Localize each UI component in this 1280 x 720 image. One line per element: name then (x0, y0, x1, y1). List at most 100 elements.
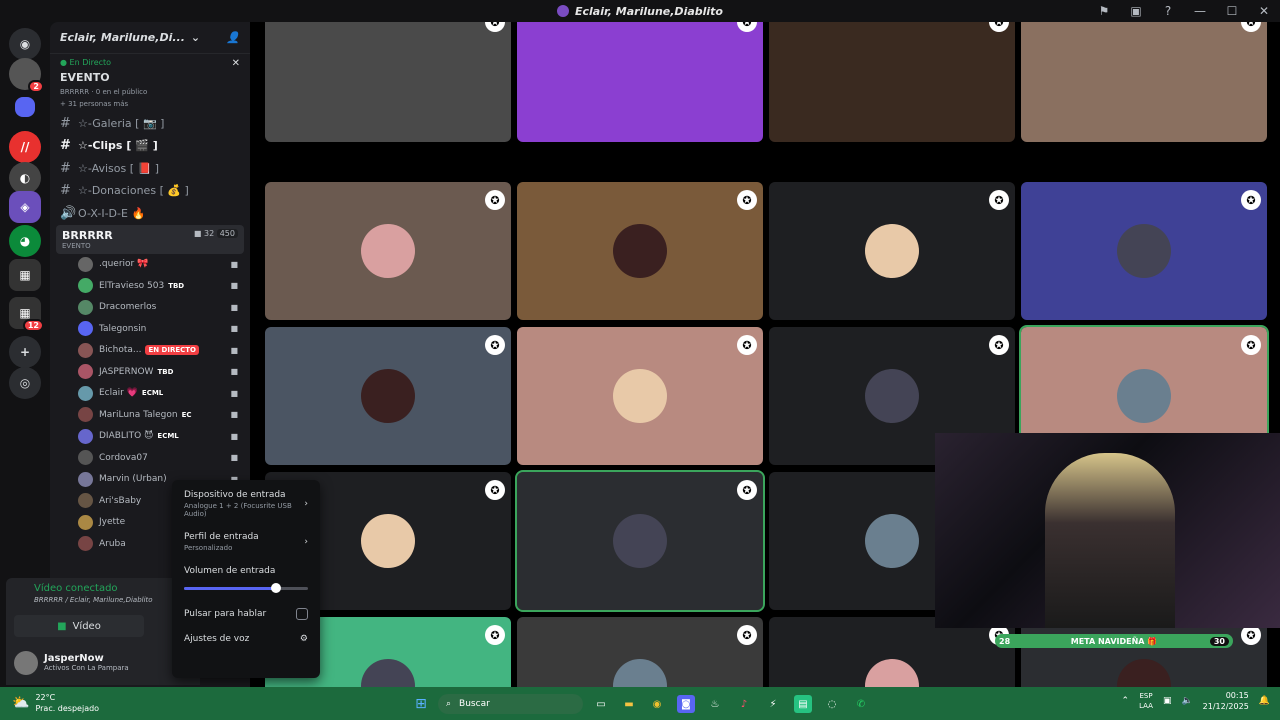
task-view-icon[interactable]: ▭ (592, 695, 610, 713)
server-avatar-1[interactable]: 2 (9, 58, 44, 93)
input-device-item[interactable]: Dispositivo de entrada Analogue 1 + 2 (Fo… (184, 490, 308, 518)
discord-icon[interactable]: ◙ (677, 695, 695, 713)
voice-user[interactable]: Talegonsin ■ (50, 318, 250, 340)
volume-icon[interactable]: 🔈 (1181, 696, 1192, 706)
help-icon[interactable]: ? (1152, 4, 1184, 18)
server-avatar-2[interactable]: // (9, 131, 41, 163)
voice-settings-item[interactable]: Ajustes de voz ⚙ (184, 634, 308, 644)
file-explorer-icon[interactable]: ▬ (620, 695, 638, 713)
explore-icon[interactable]: ◎ (9, 367, 41, 399)
inbox-icon[interactable]: ⚑ (1088, 4, 1120, 18)
tile-badge-icon[interactable]: ✪ (1241, 625, 1261, 645)
voice-user[interactable]: ElTravieso 503 TBD ■ (50, 275, 250, 297)
voice-user[interactable]: DIABLITO 😈 ECML ■ (50, 426, 250, 448)
tile-badge-icon[interactable]: ✪ (485, 480, 505, 500)
tile-badge-icon[interactable]: ✪ (737, 625, 757, 645)
chrome-icon[interactable]: ◉ (648, 695, 666, 713)
video-tile[interactable]: ✪ (515, 470, 765, 612)
tile-badge-icon[interactable]: ✪ (989, 335, 1009, 355)
voice-channel-brrrrr[interactable]: BRRRRR ■ 32 450 EVENTO (56, 224, 244, 254)
server-name: Eclair, Marilune,Di... (60, 31, 185, 44)
minimize-button[interactable]: — (1184, 4, 1216, 18)
video-tile[interactable]: ✪ (517, 182, 763, 320)
input-profile-item[interactable]: Perfil de entrada Personalizado › (184, 532, 308, 552)
channel-clips[interactable]: # ☆-Clips [ 🎬 ] (50, 135, 250, 158)
input-volume-slider[interactable] (184, 582, 308, 594)
video-tile[interactable]: ✪ (769, 22, 1015, 142)
app-icon-2[interactable]: ▤ (794, 695, 812, 713)
weather-widget[interactable]: ⛅ 22°C Prac. despejado (12, 692, 99, 714)
tile-badge-icon[interactable]: ✪ (1241, 22, 1261, 32)
tile-badge-icon[interactable]: ✪ (485, 22, 505, 32)
folder-icon[interactable] (15, 97, 35, 117)
discord-home-icon[interactable]: ◉ (9, 28, 41, 60)
notification-icon[interactable]: 🔔 (1259, 696, 1270, 706)
push-to-talk-checkbox[interactable] (296, 608, 308, 620)
tile-badge-icon[interactable]: ✪ (737, 335, 757, 355)
event-participants: + 31 personas más (60, 100, 129, 108)
add-member-icon[interactable]: 👤 (226, 31, 240, 44)
event-banner[interactable]: ● En Directo ✕ EVENTO BRRRRR · 0 en el pú… (50, 54, 250, 112)
video-tile[interactable]: ✪ (517, 617, 763, 687)
start-button[interactable]: ⊞ (412, 695, 430, 713)
video-tile[interactable]: ✪ (1021, 182, 1267, 320)
tile-badge-icon[interactable]: ✪ (485, 190, 505, 210)
push-to-talk-item[interactable]: Pulsar para hablar (184, 608, 308, 620)
server-avatar-4[interactable]: ◕ (9, 225, 41, 257)
tile-badge-icon[interactable]: ✪ (485, 625, 505, 645)
stream-overlay[interactable] (935, 433, 1280, 628)
channel-galeria[interactable]: # ☆-Galeria [ 📷 ] (50, 112, 250, 135)
obs-icon[interactable]: ◌ (823, 695, 841, 713)
server-folder-2[interactable]: ▦ 12 (9, 297, 44, 332)
server-avatar-3[interactable]: ◐ (9, 162, 41, 194)
avatar[interactable] (14, 650, 38, 675)
close-icon[interactable]: ✕ (232, 58, 240, 69)
video-tile[interactable]: ✪ (1021, 22, 1267, 142)
server-header[interactable]: Eclair, Marilune,Di... ⌄ 👤 (50, 22, 250, 54)
tile-badge-icon[interactable]: ✪ (1241, 335, 1261, 355)
gear-icon[interactable]: ⚙ (300, 634, 308, 644)
video-tile[interactable]: ✪ (517, 327, 763, 465)
add-server-icon[interactable]: + (9, 336, 41, 368)
channel-donaciones[interactable]: # ☆-Donaciones [ 💰 ] (50, 180, 250, 203)
whatsapp-icon[interactable]: ✆ (852, 695, 870, 713)
tile-badge-icon[interactable]: ✪ (485, 335, 505, 355)
chevron-up-icon[interactable]: ⌃ (1122, 696, 1130, 706)
close-button[interactable]: ✕ (1248, 4, 1280, 18)
search-box[interactable]: ⌕ Buscar (438, 694, 583, 714)
tile-badge-icon[interactable]: ✪ (737, 480, 757, 500)
voice-status[interactable]: Vídeo conectado (14, 583, 192, 594)
tile-badge-icon[interactable]: ✪ (737, 22, 757, 32)
steam-icon[interactable]: ♨ (706, 695, 724, 713)
tile-badge-icon[interactable]: ✪ (737, 190, 757, 210)
maximize-button[interactable]: ☐ (1216, 4, 1248, 18)
server-folder[interactable]: ▦ (9, 259, 41, 291)
voice-user[interactable]: Dracomerlos ■ (50, 297, 250, 319)
clock[interactable]: 00:15 21/12/2025 (1203, 690, 1249, 712)
app-icon[interactable]: ⚡ (764, 695, 782, 713)
network-icon[interactable]: ▣ (1163, 696, 1172, 706)
tile-badge-icon[interactable]: ✪ (989, 22, 1009, 32)
voice-user[interactable]: .querior 🎀 ■ (50, 254, 250, 276)
video-tile[interactable]: ✪ (265, 22, 511, 142)
language-indicator[interactable]: ESP LAA (1139, 691, 1153, 711)
tiktok-icon[interactable]: ♪ (735, 695, 753, 713)
voice-user[interactable]: JASPERNOW TBD ■ (50, 361, 250, 383)
voice-user[interactable]: MariLuna Talegon EC ■ (50, 404, 250, 426)
channel-oxide[interactable]: 🔊 O-X-I-D-E 🔥 (50, 202, 250, 225)
tile-badge-icon[interactable]: ✪ (989, 190, 1009, 210)
voice-user[interactable]: Cordova07 ■ (50, 447, 250, 469)
video-tile[interactable]: ✪ (265, 327, 511, 465)
slider-handle[interactable] (270, 583, 281, 593)
video-tile[interactable]: ✪ (265, 182, 511, 320)
video-button[interactable]: ■ Vídeo (14, 615, 144, 637)
screen-icon[interactable]: ▣ (1120, 4, 1152, 18)
video-tile[interactable]: ✪ (769, 182, 1015, 320)
tile-badge-icon[interactable]: ✪ (1241, 190, 1261, 210)
channel-avisos[interactable]: # ☆-Avisos [ 📕 ] (50, 157, 250, 180)
voice-user[interactable]: Bichota... EN DIRECTO ■ (50, 340, 250, 362)
video-tile[interactable]: ✪ (517, 22, 763, 142)
chevron-down-icon[interactable]: ⌄ (191, 31, 200, 44)
voice-user[interactable]: Eclair 💗 ECML ■ (50, 383, 250, 405)
server-avatar-active[interactable]: ◈ (9, 191, 41, 223)
